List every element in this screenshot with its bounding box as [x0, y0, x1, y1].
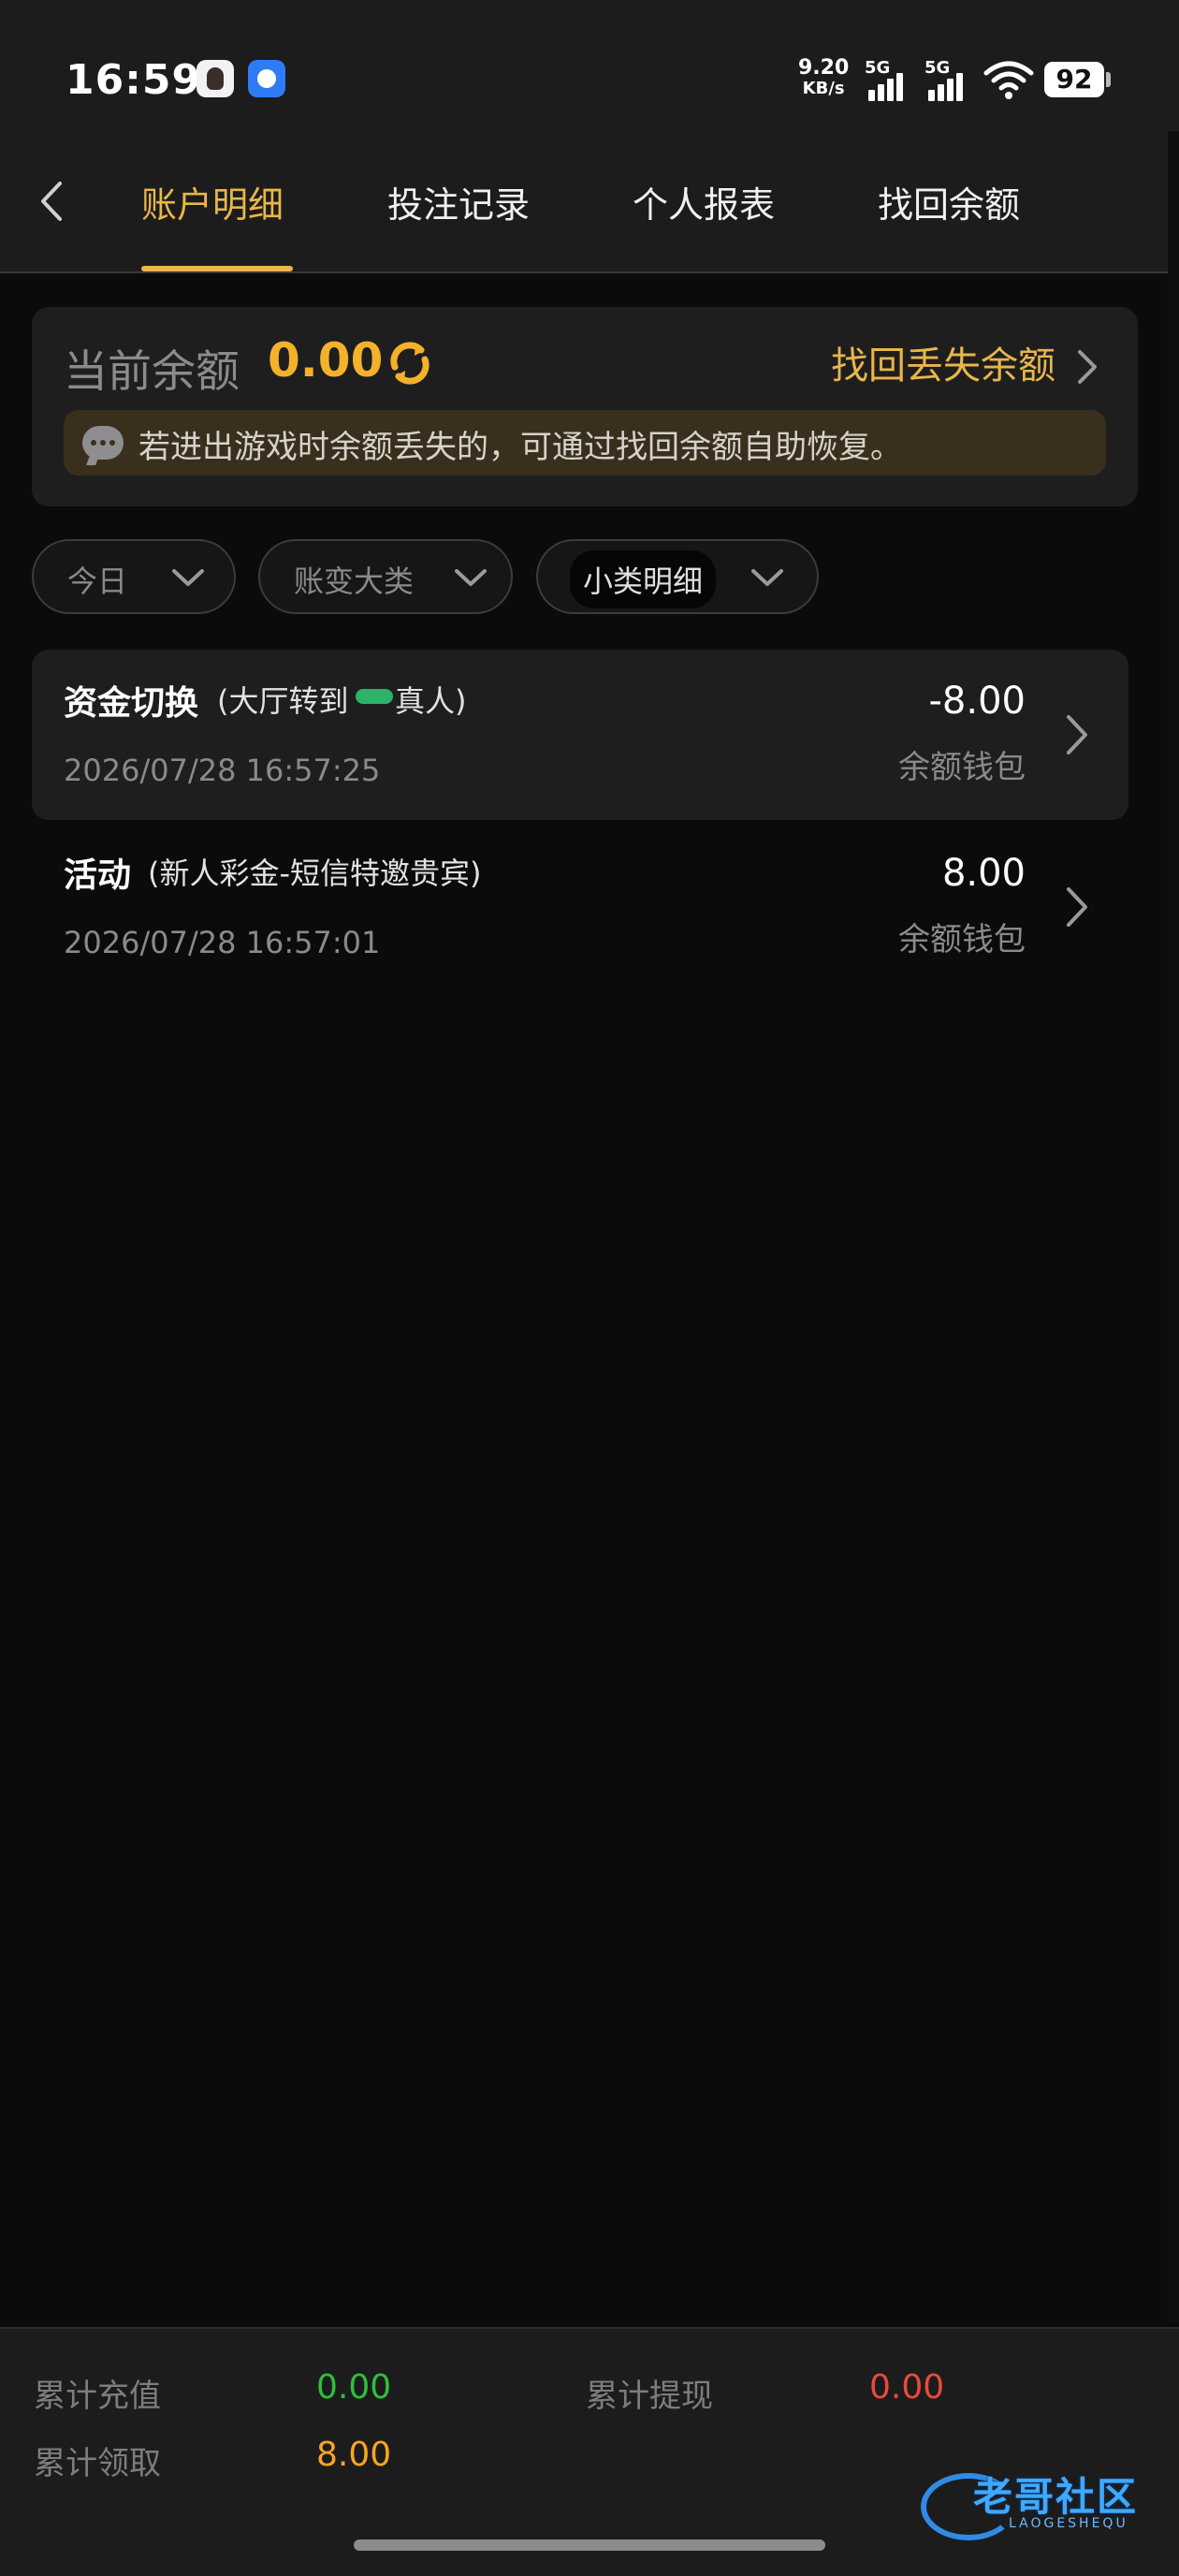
record-subtitle-suffix: 真人) [395, 683, 467, 719]
record-subtitle: (大厅转到 [217, 683, 349, 719]
home-indicator[interactable] [354, 2539, 825, 2551]
tab-recover-balance[interactable]: 找回余额 [878, 176, 1020, 227]
scroll-edge [1168, 131, 1179, 2321]
active-tab-indicator [141, 266, 293, 271]
filter-date[interactable]: 今日 [32, 539, 236, 614]
record-title: 活动 [64, 856, 132, 895]
notice-text: 若进出游戏时余额丢失的，可通过找回余额自助恢复。 [138, 429, 902, 466]
balance-label: 当前余额 [64, 346, 240, 398]
chevron-right-icon[interactable] [1074, 346, 1100, 388]
filter-subcategory[interactable]: 小类明细 [536, 539, 819, 614]
signal-icon-2: 5G [924, 58, 977, 101]
chevron-left-icon[interactable] [34, 178, 71, 225]
recharge-total-label: 累计充值 [34, 2378, 161, 2415]
chevron-down-icon [751, 569, 783, 586]
record-title: 资金切换 [64, 684, 199, 723]
chat-bubble-icon [82, 426, 124, 460]
recover-notice: 若进出游戏时余额丢失的，可通过找回余额自助恢复。 [64, 410, 1106, 476]
record-amount: -8.00 [928, 680, 1026, 723]
watermark-logo: 老哥社区 LAOGESHEQU [917, 2462, 1170, 2542]
record-amount: 8.00 [941, 852, 1026, 895]
network-speed: 9.20 KB/s [798, 58, 849, 99]
withdraw-total-label: 累计提现 [586, 2378, 713, 2415]
record-wallet: 余额钱包 [898, 921, 1026, 959]
recharge-total-value: 0.00 [316, 2368, 392, 2407]
list-item[interactable]: 活动 (新人彩金-短信特邀贵宾) 2026/07/28 16:57:01 8.0… [32, 822, 1128, 992]
live-casino-logo-icon [356, 689, 393, 704]
header-area [0, 0, 1179, 273]
avatar-app-icon [196, 60, 234, 97]
chevron-right-icon [1067, 887, 1087, 927]
signal-label-2: 5G [924, 58, 951, 78]
signal-label-1: 5G [865, 58, 891, 78]
claim-total-label: 累计领取 [34, 2445, 161, 2482]
claim-total-value: 8.00 [316, 2436, 392, 2474]
filter-subcategory-label: 小类明细 [570, 550, 717, 608]
chevron-right-icon [1067, 715, 1087, 754]
watermark-text: 老哥社区 [973, 2474, 1139, 2520]
status-time: 16:59 [66, 56, 202, 104]
wifi-icon [983, 61, 1034, 99]
balance-value: 0.00 [268, 333, 384, 388]
refresh-icon[interactable] [386, 339, 434, 388]
tab-bet-records[interactable]: 投注记录 [387, 176, 530, 227]
record-time: 2026/07/28 16:57:25 [64, 753, 381, 788]
recover-lost-balance-link[interactable]: 找回丢失余额 [831, 335, 1055, 389]
network-speed-value: 9.20 [798, 56, 850, 80]
battery-indicator: 92 [1044, 62, 1111, 97]
record-time: 2026/07/28 16:57:01 [64, 925, 381, 960]
chevron-down-icon [172, 569, 204, 586]
record-subtitle: (新人彩金-短信特邀贵宾) [148, 856, 482, 891]
network-speed-unit: KB/s [802, 79, 845, 98]
list-item[interactable]: 资金切换 (大厅转到 真人) 2026/07/28 16:57:25 -8.00… [32, 650, 1128, 820]
signal-icon-1: 5G [865, 58, 917, 101]
tab-personal-report[interactable]: 个人报表 [633, 176, 775, 227]
tab-account-details[interactable]: 账户明细 [141, 176, 284, 227]
header-divider [0, 271, 1179, 273]
filter-date-label: 今日 [67, 564, 128, 599]
balance-card: 当前余额 0.00 找回丢失余额 若进出游戏时余额丢失的，可通过找回余额自助恢复… [32, 307, 1138, 506]
withdraw-total-value: 0.00 [869, 2368, 945, 2407]
watermark-subtext: LAOGESHEQU [1009, 2516, 1128, 2531]
filter-category-label: 账变大类 [294, 564, 415, 599]
record-wallet: 余额钱包 [898, 749, 1026, 786]
baidu-app-icon [248, 60, 285, 97]
chevron-down-icon [455, 569, 487, 586]
filter-change-category[interactable]: 账变大类 [258, 539, 513, 614]
